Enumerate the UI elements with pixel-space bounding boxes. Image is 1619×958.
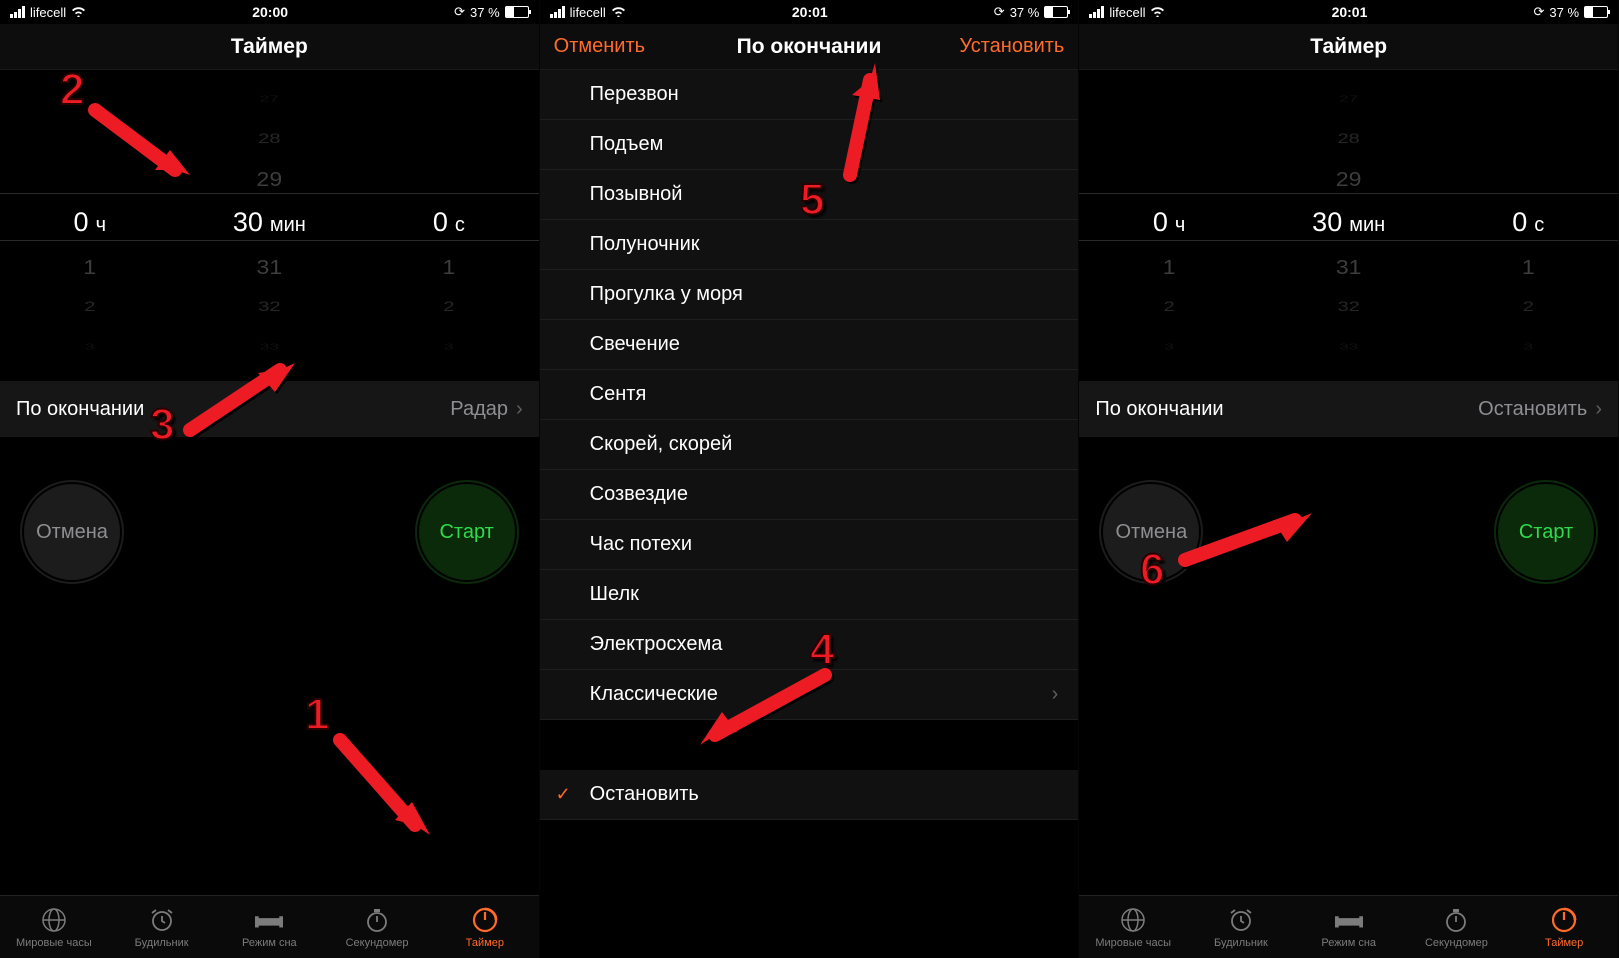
battery-icon bbox=[1044, 6, 1068, 18]
sound-option[interactable]: Перезвон bbox=[540, 70, 1079, 120]
when-timer-ends-row[interactable]: По окончании Радар › bbox=[0, 381, 539, 437]
header: Таймер bbox=[0, 24, 539, 70]
tab-sleep[interactable]: Режим сна bbox=[1295, 896, 1403, 958]
sound-option[interactable]: Полуночник bbox=[540, 220, 1079, 270]
carrier-label: lifecell bbox=[30, 5, 66, 20]
battery-percent: 37 % bbox=[1549, 5, 1579, 20]
cancel-link[interactable]: Отменить bbox=[554, 35, 645, 58]
sound-option[interactable]: Сентя bbox=[540, 370, 1079, 420]
tab-stopwatch[interactable]: Секундомер bbox=[1403, 896, 1511, 958]
minutes-picker[interactable]: 272829 30мин 313233 bbox=[180, 70, 360, 375]
tab-timer[interactable]: Таймер bbox=[1510, 896, 1618, 958]
rotation-lock-icon: ⟳ bbox=[994, 4, 1005, 20]
timer-icon bbox=[471, 906, 499, 934]
bed-icon bbox=[255, 906, 283, 934]
time-picker[interactable]: 0ч 123 272829 30мин 313233 0с 123 bbox=[0, 70, 539, 375]
screen-3-timer: lifecell 20:01 ⟳ 37 % Таймер 0ч 123 2728… bbox=[1079, 0, 1619, 958]
stop-playing-option[interactable]: ✓Остановить bbox=[540, 770, 1079, 820]
start-button[interactable]: Старт bbox=[419, 484, 515, 580]
bed-icon bbox=[1335, 906, 1363, 934]
tab-sleep[interactable]: Режим сна bbox=[215, 896, 323, 958]
tab-world-clock[interactable]: Мировые часы bbox=[1079, 896, 1187, 958]
chevron-right-icon: › bbox=[1595, 398, 1602, 421]
status-time: 20:00 bbox=[252, 4, 288, 20]
status-bar: lifecell 20:01 ⟳ 37 % bbox=[540, 0, 1079, 24]
when-timer-ends-row[interactable]: По окончании Остановить › bbox=[1079, 381, 1618, 437]
step-1-label: 1 bbox=[305, 690, 329, 740]
chevron-right-icon: › bbox=[1052, 683, 1059, 706]
header: Таймер bbox=[1079, 24, 1618, 70]
timer-icon bbox=[1550, 906, 1578, 934]
tab-bar: Мировые часы Будильник Режим сна Секундо… bbox=[1079, 895, 1618, 958]
wifi-icon bbox=[71, 5, 86, 20]
screen-2-sounds: lifecell 20:01 ⟳ 37 % Отменить По оконча… bbox=[540, 0, 1080, 958]
step-2-label: 2 bbox=[60, 65, 84, 115]
sound-option[interactable]: Час потехи bbox=[540, 520, 1079, 570]
chevron-right-icon: › bbox=[516, 398, 523, 421]
when-ends-label: По окончании bbox=[1095, 398, 1223, 421]
page-title: Таймер bbox=[1310, 35, 1387, 59]
step-4-label: 4 bbox=[810, 625, 834, 675]
hours-picker[interactable]: 0ч 123 bbox=[0, 70, 180, 375]
battery-icon bbox=[1584, 6, 1608, 18]
wifi-icon bbox=[1150, 5, 1165, 20]
rotation-lock-icon: ⟳ bbox=[1533, 4, 1544, 20]
status-time: 20:01 bbox=[792, 4, 828, 20]
step-6-label: 6 bbox=[1140, 545, 1164, 595]
screen-1-timer: lifecell 20:00 ⟳ 37 % Таймер 0ч 123 2728… bbox=[0, 0, 540, 958]
page-title: Таймер bbox=[231, 35, 308, 59]
check-icon: ✓ bbox=[556, 784, 571, 805]
status-bar: lifecell 20:01 ⟳ 37 % bbox=[1079, 0, 1618, 24]
signal-icon bbox=[10, 6, 25, 18]
when-ends-value: Остановить bbox=[1478, 398, 1587, 421]
seconds-picker[interactable]: 0с 123 bbox=[359, 70, 539, 375]
sound-option[interactable]: Свечение bbox=[540, 320, 1079, 370]
page-title: По окончании bbox=[737, 35, 882, 59]
carrier-label: lifecell bbox=[1109, 5, 1145, 20]
when-ends-label: По окончании bbox=[16, 398, 144, 421]
status-time: 20:01 bbox=[1332, 4, 1368, 20]
stopwatch-icon bbox=[363, 906, 391, 934]
buttons-row: Отмена Старт bbox=[0, 447, 539, 617]
classic-sounds-row[interactable]: Классические› bbox=[540, 670, 1079, 720]
alarm-icon bbox=[148, 906, 176, 934]
tab-bar: Мировые часы Будильник Режим сна Секундо… bbox=[0, 895, 539, 958]
sound-option[interactable]: Электросхема bbox=[540, 620, 1079, 670]
hours-picker[interactable]: 0ч 123 bbox=[1079, 70, 1259, 375]
tab-stopwatch[interactable]: Секундомер bbox=[323, 896, 431, 958]
header: Отменить По окончании Установить bbox=[540, 24, 1079, 70]
minutes-picker[interactable]: 272829 30мин 313233 bbox=[1259, 70, 1439, 375]
globe-icon bbox=[1119, 906, 1147, 934]
globe-icon bbox=[40, 906, 68, 934]
sound-option[interactable]: Подъем bbox=[540, 120, 1079, 170]
battery-icon bbox=[505, 6, 529, 18]
time-picker[interactable]: 0ч 123 272829 30мин 313233 0с 123 bbox=[1079, 70, 1618, 375]
tab-timer[interactable]: Таймер bbox=[431, 896, 539, 958]
battery-percent: 37 % bbox=[1010, 5, 1040, 20]
step-5-label: 5 bbox=[800, 175, 824, 225]
carrier-label: lifecell bbox=[570, 5, 606, 20]
tab-alarm[interactable]: Будильник bbox=[1187, 896, 1295, 958]
sound-option[interactable]: Скорей, скорей bbox=[540, 420, 1079, 470]
alarm-icon bbox=[1227, 906, 1255, 934]
status-bar: lifecell 20:00 ⟳ 37 % bbox=[0, 0, 539, 24]
tab-world-clock[interactable]: Мировые часы bbox=[0, 896, 108, 958]
sound-option[interactable]: Шелк bbox=[540, 570, 1079, 620]
seconds-picker[interactable]: 0с 123 bbox=[1438, 70, 1618, 375]
wifi-icon bbox=[611, 5, 626, 20]
signal-icon bbox=[1089, 6, 1104, 18]
cancel-button[interactable]: Отмена bbox=[24, 484, 120, 580]
when-ends-value: Радар bbox=[450, 398, 508, 421]
start-button[interactable]: Старт bbox=[1498, 484, 1594, 580]
signal-icon bbox=[550, 6, 565, 18]
step-3-label: 3 bbox=[150, 400, 174, 450]
tab-alarm[interactable]: Будильник bbox=[108, 896, 216, 958]
battery-percent: 37 % bbox=[470, 5, 500, 20]
set-link[interactable]: Установить bbox=[959, 35, 1064, 58]
sound-option[interactable]: Прогулка у моря bbox=[540, 270, 1079, 320]
stopwatch-icon bbox=[1442, 906, 1470, 934]
rotation-lock-icon: ⟳ bbox=[454, 4, 465, 20]
sound-option[interactable]: Созвездие bbox=[540, 470, 1079, 520]
